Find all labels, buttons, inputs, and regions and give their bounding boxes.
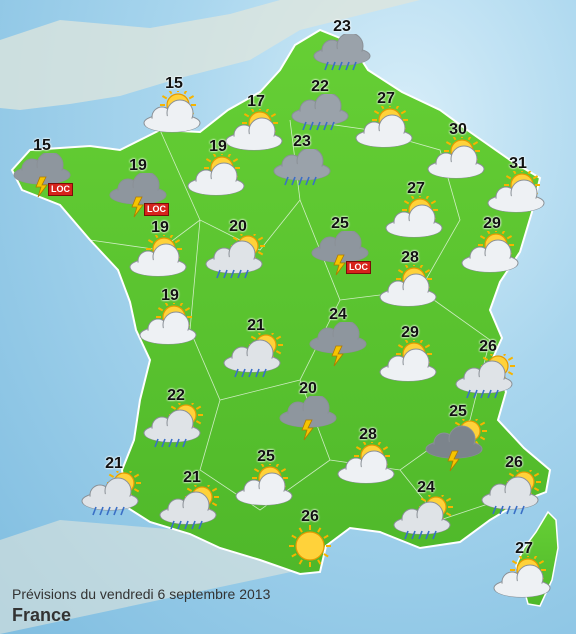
sun-cloud-icon <box>134 87 214 145</box>
sun-rain-icon <box>198 229 278 288</box>
weather-station: 24 <box>386 479 466 549</box>
sun-rain-icon <box>74 466 154 525</box>
rain-cloud-icon <box>262 147 342 203</box>
sun-cloud-icon <box>370 261 450 319</box>
loc-badge: LOC <box>346 261 371 274</box>
weather-station: 15 LOC <box>2 137 82 207</box>
weather-station: 26 <box>448 338 528 408</box>
weather-station: 27 <box>484 540 564 610</box>
sun-cloud-icon <box>370 336 450 394</box>
weather-station: 23 <box>262 133 342 203</box>
sun-rain-icon <box>152 480 232 539</box>
weather-station: 26 <box>270 508 350 578</box>
sun-cloud-icon <box>120 231 200 289</box>
sun-icon <box>270 524 350 578</box>
weather-station: 28 <box>370 249 450 319</box>
weather-station: 21 <box>216 317 296 387</box>
weather-station: 27 <box>346 90 426 160</box>
weather-station: 15 <box>134 75 214 145</box>
sun-rain-icon <box>448 349 528 408</box>
weather-station: 21 <box>152 469 232 539</box>
weather-station: 19 <box>130 287 210 357</box>
weather-station: 24 <box>298 306 378 376</box>
weather-station: 29 <box>452 215 532 285</box>
weather-map: 23 15 22 17 27 15 LOC 19 LOC 19 23 30 31… <box>0 0 576 634</box>
weather-station: 29 <box>370 324 450 394</box>
weather-station: 19 <box>178 138 258 208</box>
storm-icon <box>2 151 82 207</box>
sun-cloud-icon <box>452 227 532 285</box>
loc-badge: LOC <box>144 203 169 216</box>
sun-rain-icon <box>136 398 216 457</box>
forecast-date: Prévisions du vendredi 6 septembre 2013 <box>12 586 271 602</box>
weather-station: 27 <box>376 180 456 250</box>
weather-station: 20 <box>198 218 278 288</box>
sun-cloud-icon <box>178 150 258 208</box>
storm-icon <box>300 229 380 285</box>
sun-rain-icon <box>386 490 466 549</box>
weather-station: 19 <box>120 219 200 289</box>
weather-station: 21 <box>74 455 154 525</box>
map-title: France <box>12 605 72 625</box>
sun-rain-icon <box>474 465 554 524</box>
sun-cloud-icon <box>346 102 426 160</box>
storm-icon <box>298 320 378 376</box>
weather-station: 26 <box>474 454 554 524</box>
sun-rain-icon <box>216 328 296 387</box>
sun-cloud-icon <box>376 192 456 250</box>
weather-station: 19 LOC <box>98 157 178 227</box>
sun-cloud-icon <box>130 299 210 357</box>
weather-station: 25 LOC <box>300 215 380 285</box>
loc-badge: LOC <box>48 183 73 196</box>
sun-cloud-icon <box>484 552 564 610</box>
weather-station: 22 <box>136 387 216 457</box>
